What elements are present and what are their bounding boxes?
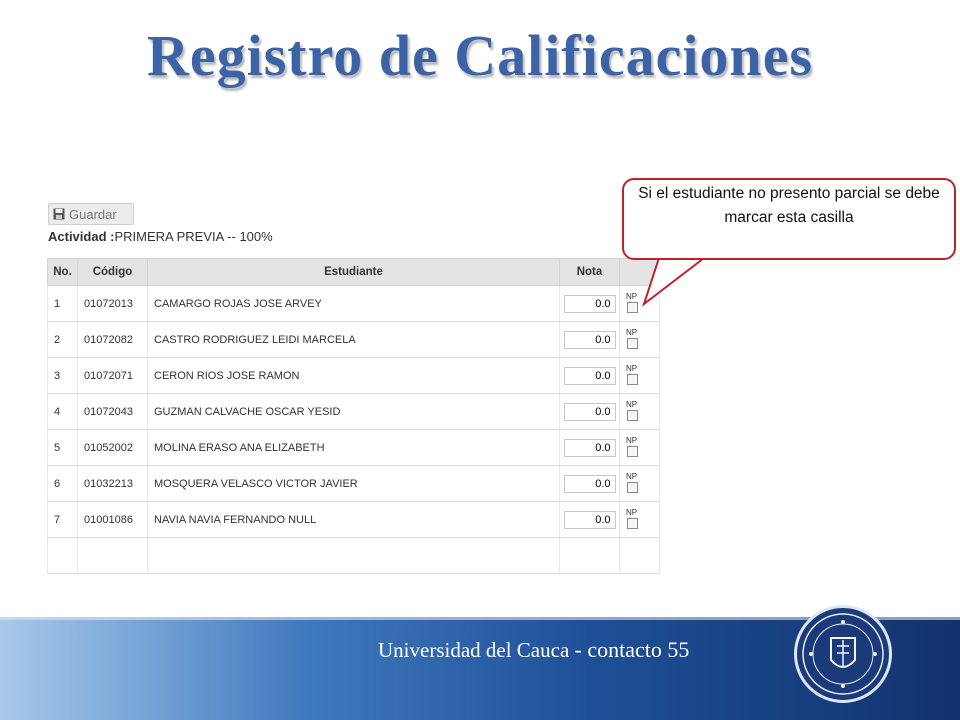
save-button[interactable]: Guardar — [48, 203, 134, 225]
activity-value: PRIMERA PREVIA -- 100% — [114, 229, 273, 244]
np-label: NP — [626, 364, 638, 373]
footer-bar: Universidad del Cauca - contacto 55 — [0, 605, 960, 720]
table-row: 301072071CERON RIOS JOSE RAMON NP — [47, 357, 660, 394]
np-label: NP — [626, 328, 638, 337]
table-row: 601032213MOSQUERA VELASCO VICTOR JAVIER N… — [47, 465, 660, 502]
np-checkbox[interactable] — [627, 446, 638, 457]
column-header-no: No. — [47, 258, 78, 286]
np-checkbox[interactable] — [627, 374, 638, 385]
activity-line: Actividad :PRIMERA PREVIA -- 100% — [48, 229, 273, 244]
row-number: 4 — [47, 393, 78, 430]
table-row: 201072082CASTRO RODRIGUEZ LEIDI MARCELA N… — [47, 321, 660, 358]
grade-input[interactable] — [563, 366, 616, 385]
row-number: 1 — [47, 285, 78, 322]
np-label: NP — [626, 400, 638, 409]
grade-cell — [559, 285, 620, 322]
np-checkbox[interactable] — [627, 518, 638, 529]
np-cell: NP — [619, 501, 660, 538]
np-cell: NP — [619, 429, 660, 466]
student-name: CERON RIOS JOSE RAMON — [147, 357, 560, 394]
student-code: 01072071 — [77, 357, 148, 394]
np-checkbox[interactable] — [627, 302, 638, 313]
student-name: CASTRO RODRIGUEZ LEIDI MARCELA — [147, 321, 560, 358]
save-button-label: Guardar — [69, 206, 117, 222]
empty-cell — [147, 537, 560, 574]
callout-text: Si el estudiante no presento parcial se … — [638, 185, 940, 226]
student-code: 01032213 — [77, 465, 148, 502]
column-header-student: Estudiante — [147, 258, 560, 286]
table-row: 401072043GUZMAN CALVACHE OSCAR YESID NP — [47, 393, 660, 430]
row-number: 6 — [47, 465, 78, 502]
empty-cell — [47, 537, 78, 574]
np-label: NP — [626, 472, 638, 481]
row-number: 7 — [47, 501, 78, 538]
activity-label: Actividad : — [48, 229, 115, 244]
np-cell: NP — [619, 357, 660, 394]
grade-cell — [559, 465, 620, 502]
np-checkbox[interactable] — [627, 338, 638, 349]
grade-input[interactable] — [563, 510, 616, 529]
np-label: NP — [626, 508, 638, 517]
table-row: 701001086NAVIA NAVIA FERNANDO NULL NP — [47, 501, 660, 538]
student-code: 01052002 — [77, 429, 148, 466]
column-header-code: Código — [77, 258, 148, 286]
grade-input[interactable] — [563, 330, 616, 349]
student-name: MOLINA ERASO ANA ELIZABETH — [147, 429, 560, 466]
grade-input[interactable] — [563, 294, 616, 313]
footer-contact: - contacto 55 — [574, 637, 690, 662]
table-row-partial — [47, 537, 660, 574]
callout-box: Si el estudiante no presento parcial se … — [622, 178, 956, 260]
table-header-row: No. Código Estudiante Nota — [47, 258, 660, 286]
seal-emblem-icon — [802, 613, 884, 695]
student-code: 01001086 — [77, 501, 148, 538]
np-cell: NP — [619, 321, 660, 358]
university-seal-logo — [794, 605, 892, 703]
np-label: NP — [626, 436, 638, 445]
grade-input[interactable] — [563, 474, 616, 493]
grade-cell — [559, 393, 620, 430]
student-name: MOSQUERA VELASCO VICTOR JAVIER — [147, 465, 560, 502]
np-checkbox[interactable] — [627, 410, 638, 421]
student-name: NAVIA NAVIA FERNANDO NULL — [147, 501, 560, 538]
column-header-grade: Nota — [559, 258, 620, 286]
table-row: 501052002MOLINA ERASO ANA ELIZABETH NP — [47, 429, 660, 466]
student-code: 01072013 — [77, 285, 148, 322]
empty-cell — [559, 537, 620, 574]
empty-cell — [77, 537, 148, 574]
np-cell: NP — [619, 393, 660, 430]
grade-input[interactable] — [563, 402, 616, 421]
callout-pointer — [642, 254, 709, 307]
grade-cell — [559, 501, 620, 538]
footer-text: Universidad del Cauca - contacto 55 — [378, 637, 689, 663]
row-number: 5 — [47, 429, 78, 466]
row-number: 2 — [47, 321, 78, 358]
page-title: Registro de Calificaciones — [146, 23, 814, 88]
table-row: 101072013CAMARGO ROJAS JOSE ARVEYNP — [47, 285, 660, 322]
row-number: 3 — [47, 357, 78, 394]
grade-input[interactable] — [563, 438, 616, 457]
floppy-disk-icon — [53, 208, 65, 220]
student-code: 01072082 — [77, 321, 148, 358]
grade-cell — [559, 357, 620, 394]
student-name: GUZMAN CALVACHE OSCAR YESID — [147, 393, 560, 430]
empty-cell — [619, 537, 660, 574]
grade-cell — [559, 321, 620, 358]
student-name: CAMARGO ROJAS JOSE ARVEY — [147, 285, 560, 322]
np-checkbox[interactable] — [627, 482, 638, 493]
np-cell: NP — [619, 465, 660, 502]
footer-institution: Universidad del Cauca — [378, 638, 570, 662]
grade-cell — [559, 429, 620, 466]
student-code: 01072043 — [77, 393, 148, 430]
grades-table: No. Código Estudiante Nota 1 01072013 CAMA… — [47, 258, 660, 574]
